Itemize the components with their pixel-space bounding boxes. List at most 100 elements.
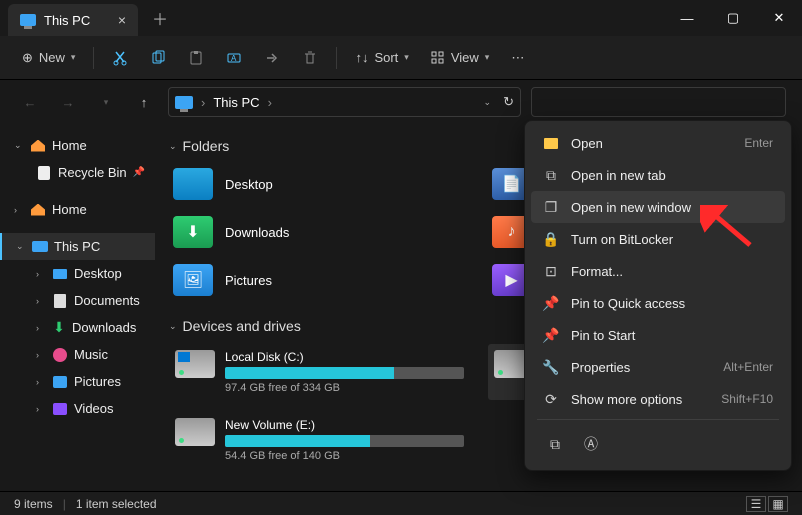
sidebar-item-home-top[interactable]: ⌄Home — [0, 132, 155, 159]
recent-dropdown[interactable]: ▾ — [92, 88, 120, 116]
minimize-button[interactable]: ― — [664, 0, 710, 36]
folder-label: Desktop — [225, 177, 273, 192]
folder-pictures[interactable]: 🖼 Pictures — [169, 260, 470, 300]
ctx-label: Show more options — [571, 392, 682, 407]
tab-icon: ⧉ — [543, 167, 559, 183]
drive-icon — [175, 350, 215, 378]
sidebar-item-label: Recycle Bin — [58, 165, 127, 180]
sidebar-item-label: Videos — [74, 401, 114, 416]
pc-icon — [20, 14, 36, 26]
close-window-button[interactable]: ✕ — [756, 0, 802, 36]
lock-icon: 🔒 — [543, 231, 559, 247]
sidebar-item-label: Desktop — [74, 266, 122, 281]
ctx-shortcut: Shift+F10 — [721, 392, 773, 406]
folder-label: Downloads — [225, 225, 289, 240]
pin-icon: 📌 — [543, 295, 559, 311]
more-button[interactable]: ⋯ — [501, 44, 534, 72]
downloads-icon: ⬇ — [173, 216, 213, 248]
drive-icon — [175, 418, 215, 446]
copy-button[interactable] — [140, 44, 176, 72]
ctx-pin-quick[interactable]: 📌 Pin to Quick access — [531, 287, 785, 319]
ctx-label: Format... — [571, 264, 623, 279]
ctx-label: Turn on BitLocker — [571, 232, 673, 247]
folder-downloads[interactable]: ⬇ Downloads — [169, 212, 470, 252]
delete-button[interactable] — [292, 44, 328, 72]
ctx-label: Properties — [571, 360, 630, 375]
breadcrumb[interactable]: › This PC › ⌄ ↻ — [168, 87, 521, 117]
sidebar-item-label: Home — [52, 202, 87, 217]
section-label: Folders — [183, 138, 230, 154]
cut-button[interactable] — [102, 44, 138, 72]
item-count: 9 items — [14, 497, 53, 511]
pc-icon — [175, 96, 193, 109]
drive-free: 97.4 GB free of 334 GB — [225, 382, 464, 394]
drive-free: 54.4 GB free of 140 GB — [225, 450, 464, 462]
ctx-shortcut: Alt+Enter — [723, 360, 773, 374]
refresh-button[interactable]: ↻ — [503, 94, 514, 110]
back-button[interactable]: ← — [16, 88, 44, 116]
drive-newvol[interactable]: New Volume (E:) 54.4 GB free of 140 GB — [169, 412, 470, 468]
new-button[interactable]: ⊕ New ▾ — [12, 44, 85, 72]
ctx-properties[interactable]: 🔧 Properties Alt+Enter — [531, 351, 785, 383]
breadcrumb-location: This PC — [213, 95, 259, 110]
ctx-label: Pin to Start — [571, 328, 635, 343]
sidebar-item-downloads[interactable]: ›⬇Downloads — [0, 314, 155, 341]
chevron-down-icon[interactable]: ⌄ — [484, 97, 492, 108]
sidebar-item-documents[interactable]: ›Documents — [0, 287, 155, 314]
pin-icon: 📌 — [543, 327, 559, 343]
ctx-open-new-window[interactable]: ❐Open in new window — [531, 191, 785, 223]
ctx-label: Open — [571, 136, 603, 151]
desktop-icon — [173, 168, 213, 200]
ctx-pin-start[interactable]: 📌 Pin to Start — [531, 319, 785, 351]
sort-button[interactable]: ↑↓ Sort ▾ — [345, 44, 418, 71]
sidebar-item-desktop[interactable]: ›Desktop — [0, 260, 155, 287]
sidebar-item-label: Music — [74, 347, 108, 362]
section-label: Devices and drives — [183, 318, 301, 334]
sidebar-item-thispc[interactable]: ⌄This PC — [0, 233, 155, 260]
ctx-bitlocker[interactable]: 🔒 Turn on BitLocker — [531, 223, 785, 255]
sidebar-item-label: Documents — [74, 293, 140, 308]
ctx-label: Pin to Quick access — [571, 296, 685, 311]
close-icon[interactable]: × — [118, 12, 126, 28]
sidebar-item-label: This PC — [54, 239, 100, 254]
share-button[interactable] — [254, 44, 290, 72]
sidebar-item-pictures[interactable]: ›Pictures — [0, 368, 155, 395]
forward-button[interactable]: → — [54, 88, 82, 116]
ctx-open[interactable]: OpenEnter — [531, 127, 785, 159]
maximize-button[interactable]: ▢ — [710, 0, 756, 36]
ctx-format[interactable]: ⊡ Format... — [531, 255, 785, 287]
view-button[interactable]: View ▾ — [421, 44, 499, 71]
sidebar-item-recycle[interactable]: Recycle Bin 📌 — [0, 159, 155, 186]
drive-local[interactable]: Local Disk (C:) 97.4 GB free of 334 GB — [169, 344, 470, 400]
tab-thispc[interactable]: This PC × — [8, 4, 138, 36]
pin-icon: 📌 — [133, 167, 145, 178]
svg-text:A: A — [231, 54, 237, 63]
details-view-button[interactable]: ☰ — [746, 496, 766, 512]
more-icon: ⟳ — [543, 391, 559, 407]
context-menu: OpenEnter ⧉Open in new tab ❐Open in new … — [524, 120, 792, 471]
format-icon: ⊡ — [543, 263, 559, 279]
sidebar-item-label: Downloads — [72, 320, 136, 335]
large-icons-view-button[interactable]: ▦ — [768, 496, 788, 512]
search-input[interactable] — [531, 87, 786, 117]
sidebar-item-videos[interactable]: ›Videos — [0, 395, 155, 422]
new-tab-button[interactable]: ＋ — [142, 0, 178, 36]
sidebar-item-music[interactable]: ›Music — [0, 341, 155, 368]
drive-name: Local Disk (C:) — [225, 350, 464, 364]
toolbar: ⊕ New ▾ A ↑↓ Sort ▾ View ▾ ⋯ — [0, 36, 802, 80]
wrench-icon: 🔧 — [543, 359, 559, 375]
ctx-copy-button[interactable]: ⧉ — [541, 430, 569, 458]
folder-desktop[interactable]: Desktop — [169, 164, 470, 204]
pictures-icon: 🖼 — [173, 264, 213, 296]
selected-count: 1 item selected — [76, 497, 157, 511]
sidebar-item-home[interactable]: ›Home — [0, 196, 155, 223]
tab-title: This PC — [44, 13, 90, 28]
ctx-show-more[interactable]: ⟳ Show more options Shift+F10 — [531, 383, 785, 415]
rename-button[interactable]: A — [216, 44, 252, 72]
up-button[interactable]: ↑ — [130, 88, 158, 116]
paste-button[interactable] — [178, 44, 214, 72]
ctx-open-new-tab[interactable]: ⧉Open in new tab — [531, 159, 785, 191]
folder-label: Pictures — [225, 273, 272, 288]
sidebar-item-label: Home — [52, 138, 87, 153]
ctx-rename-button[interactable]: Ⓐ — [577, 430, 605, 458]
